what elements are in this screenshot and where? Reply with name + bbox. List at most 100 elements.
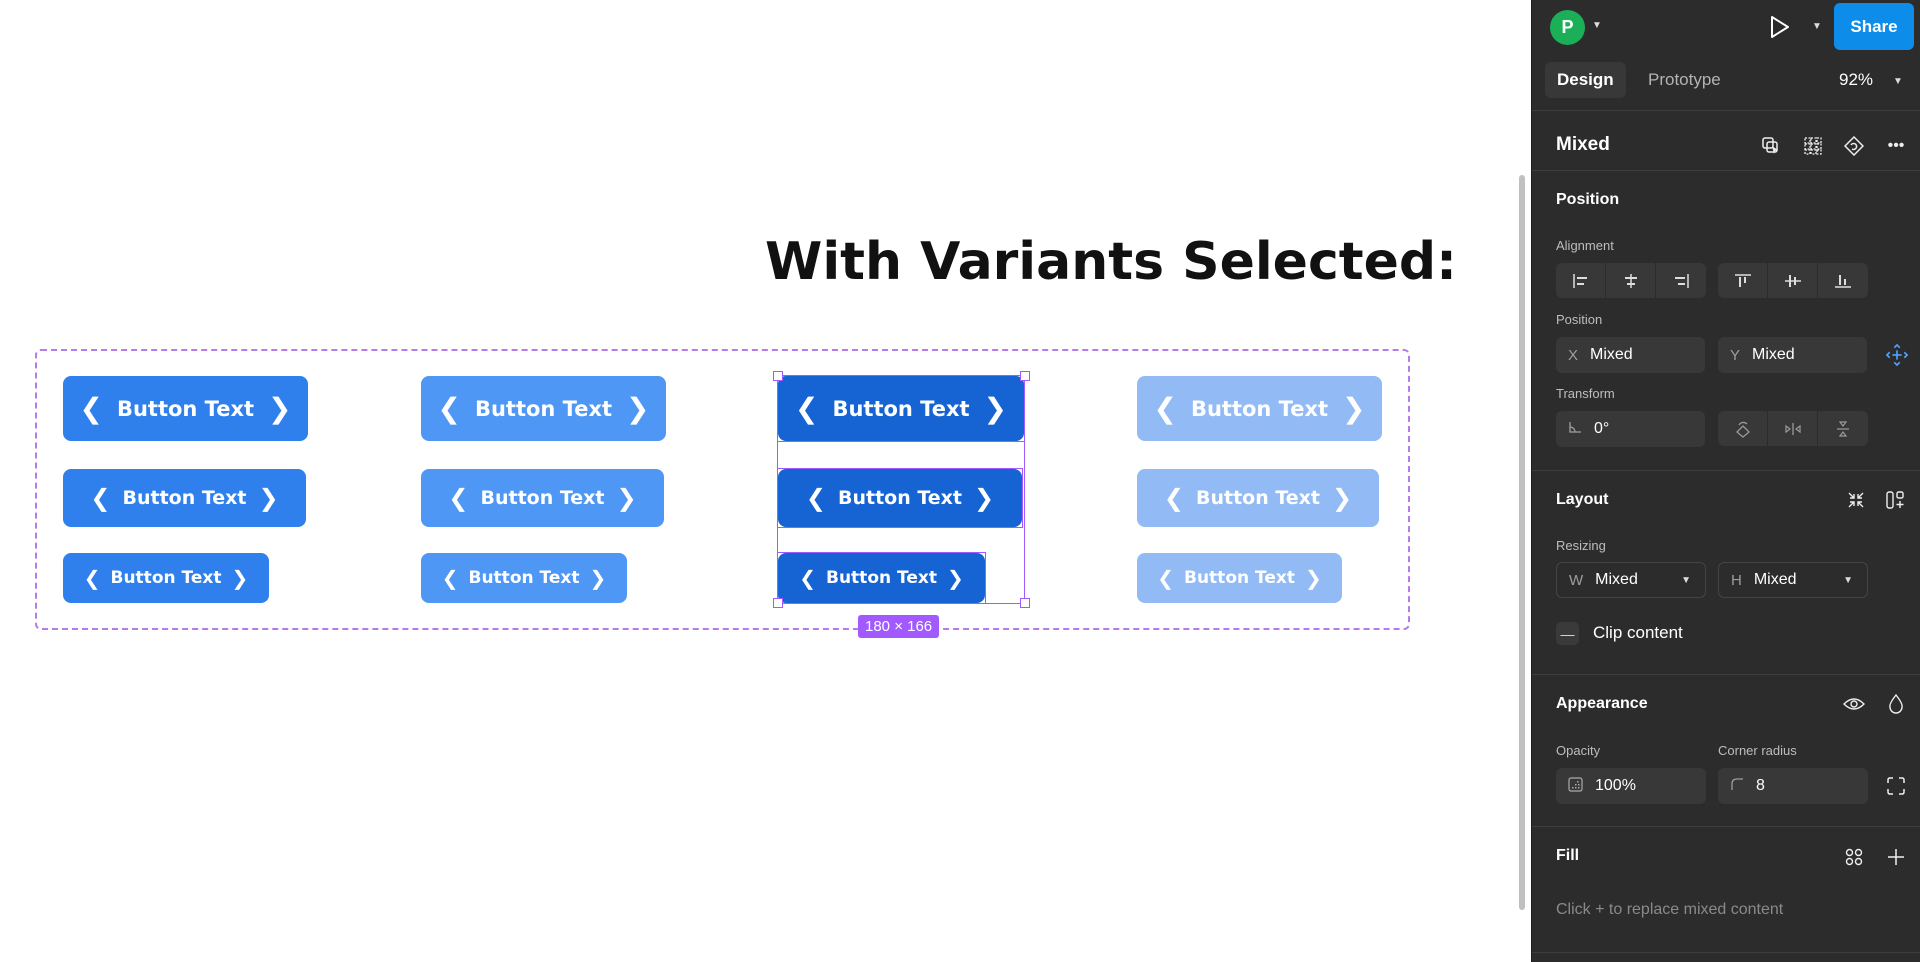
chevron-left-icon: ❮	[1157, 566, 1174, 590]
tab-prototype[interactable]: Prototype	[1636, 62, 1733, 98]
play-icon[interactable]	[1768, 14, 1792, 40]
y-value: Mixed	[1752, 346, 1795, 363]
resize-handle-bottom-left[interactable]	[773, 598, 783, 608]
h-prefix: H	[1731, 571, 1742, 589]
chevron-down-icon[interactable]: ▼	[1893, 76, 1903, 87]
align-top-icon[interactable]	[1718, 263, 1768, 298]
add-fill-plus-icon[interactable]	[1885, 846, 1907, 868]
component-instance-icon[interactable]	[1760, 135, 1782, 157]
add-auto-layout-icon[interactable]	[1885, 489, 1907, 511]
independent-corners-icon[interactable]	[1885, 775, 1907, 797]
button-label: Button Text	[832, 396, 970, 421]
button-default-small[interactable]: ❮ Button Text ❯	[63, 553, 269, 603]
chevron-left-icon: ❮	[794, 392, 819, 425]
rotation-field[interactable]: 0°	[1556, 411, 1705, 447]
design-canvas[interactable]: With Variants Selected: ❮ Button Text ❯ ❮ B…	[0, 0, 1531, 962]
chevron-right-icon: ❯	[589, 566, 607, 590]
canvas-heading[interactable]: With Variants Selected:	[765, 232, 1457, 292]
user-avatar[interactable]: P	[1550, 10, 1585, 45]
align-left-icon[interactable]	[1556, 263, 1606, 298]
collapse-arrows-icon[interactable]	[1845, 489, 1867, 511]
button-label: Button Text	[1184, 568, 1295, 588]
corner-radius-field[interactable]: 8	[1718, 768, 1868, 804]
button-hover-small[interactable]: ❮ Button Text ❯	[421, 553, 627, 603]
button-disabled-small[interactable]: ❮ Button Text ❯	[1137, 553, 1342, 603]
button-label: Button Text	[826, 568, 937, 588]
share-button[interactable]: Share	[1834, 3, 1914, 50]
align-vertical-center-icon[interactable]	[1768, 263, 1818, 298]
button-hover-large[interactable]: ❮ Button Text ❯	[421, 376, 666, 441]
styles-grid-icon[interactable]	[1843, 846, 1865, 868]
w-prefix: W	[1569, 571, 1584, 589]
transform-label: Transform	[1556, 386, 1615, 401]
chevron-right-icon: ❯	[268, 392, 292, 425]
resize-handle-top-right[interactable]	[1020, 371, 1030, 381]
corner-radius-value: 8	[1756, 777, 1765, 794]
position-label: Position	[1556, 312, 1603, 327]
chevron-left-icon: ❮	[805, 484, 826, 512]
chevron-left-icon: ❮	[79, 392, 103, 425]
height-resizing-dropdown[interactable]: H Mixed ▼	[1718, 562, 1868, 598]
chevron-right-icon: ❯	[616, 484, 637, 512]
resize-handle-bottom-right[interactable]	[1020, 598, 1030, 608]
x-position-field[interactable]: X Mixed	[1556, 337, 1705, 373]
opacity-field[interactable]: 100%	[1556, 768, 1706, 804]
align-horizontal-center-icon[interactable]	[1606, 263, 1656, 298]
button-disabled-large[interactable]: ❮ Button Text ❯	[1137, 376, 1382, 441]
tab-design[interactable]: Design	[1545, 62, 1626, 98]
chevron-right-icon: ❯	[1304, 566, 1322, 590]
x-prefix: X	[1568, 346, 1579, 364]
w-value: Mixed	[1595, 571, 1638, 588]
width-resizing-dropdown[interactable]: W Mixed ▼	[1556, 562, 1706, 598]
chevron-right-icon: ❯	[974, 484, 995, 512]
resize-handle-top-left[interactable]	[773, 371, 783, 381]
button-label: Button Text	[1195, 487, 1321, 509]
chevron-down-icon[interactable]: ▼	[1592, 20, 1602, 31]
properties-panel: P ▼ ▼ Share Design Prototype 92% ▼ Mixed…	[1531, 0, 1920, 962]
divider	[1532, 674, 1920, 675]
clip-content-label: Clip content	[1593, 623, 1683, 642]
clip-content-checkbox[interactable]: —	[1556, 622, 1579, 645]
eye-icon[interactable]	[1843, 693, 1865, 715]
chevron-down-icon: ▼	[1681, 574, 1691, 586]
reset-instance-icon[interactable]	[1843, 135, 1865, 157]
section-title-appearance: Appearance	[1556, 695, 1648, 712]
button-default-medium[interactable]: ❮ Button Text ❯	[63, 469, 306, 527]
align-right-icon[interactable]	[1656, 263, 1706, 298]
button-hover-medium[interactable]: ❮ Button Text ❯	[421, 469, 664, 527]
blend-mode-drop-icon[interactable]	[1885, 693, 1907, 715]
opacity-label: Opacity	[1556, 743, 1601, 758]
flip-vertical-icon[interactable]	[1818, 411, 1868, 446]
align-bottom-icon[interactable]	[1818, 263, 1868, 298]
chevron-right-icon: ❯	[983, 392, 1008, 425]
chevron-left-icon: ❮	[448, 484, 469, 512]
canvas-vertical-scrollbar[interactable]	[1519, 175, 1525, 910]
chevron-right-icon: ❯	[1342, 392, 1366, 425]
grid-select-icon[interactable]	[1802, 135, 1824, 157]
constraints-move-icon[interactable]	[1886, 343, 1908, 367]
rotate-90-icon[interactable]	[1718, 411, 1768, 446]
chevron-left-icon: ❮	[90, 484, 111, 512]
zoom-level[interactable]: 92%	[1839, 70, 1873, 90]
corner-radius-label: Corner radius	[1718, 743, 1797, 758]
x-value: Mixed	[1590, 346, 1633, 363]
button-disabled-medium[interactable]: ❮ Button Text ❯	[1137, 469, 1379, 527]
more-options-icon[interactable]: •••	[1885, 135, 1907, 157]
button-pressed-large[interactable]: ❮ Button Text ❯	[778, 376, 1024, 441]
button-label: Button Text	[474, 396, 613, 421]
horizontal-alignment-group	[1556, 263, 1706, 298]
button-default-large[interactable]: ❮ Button Text ❯	[63, 376, 308, 441]
button-pressed-small[interactable]: ❮ Button Text ❯	[778, 553, 985, 603]
resizing-label: Resizing	[1556, 538, 1606, 553]
button-pressed-medium[interactable]: ❮ Button Text ❯	[778, 469, 1022, 527]
opacity-value: 100%	[1595, 777, 1636, 794]
button-label: Button Text	[122, 487, 247, 509]
chevron-down-icon[interactable]: ▼	[1812, 21, 1822, 32]
chevron-right-icon: ❯	[231, 566, 249, 590]
chevron-right-icon: ❯	[1332, 484, 1353, 512]
chevron-left-icon: ❮	[83, 566, 101, 590]
angle-icon	[1568, 420, 1582, 438]
y-position-field[interactable]: Y Mixed	[1718, 337, 1867, 373]
flip-horizontal-icon[interactable]	[1768, 411, 1818, 446]
divider	[1532, 470, 1920, 471]
